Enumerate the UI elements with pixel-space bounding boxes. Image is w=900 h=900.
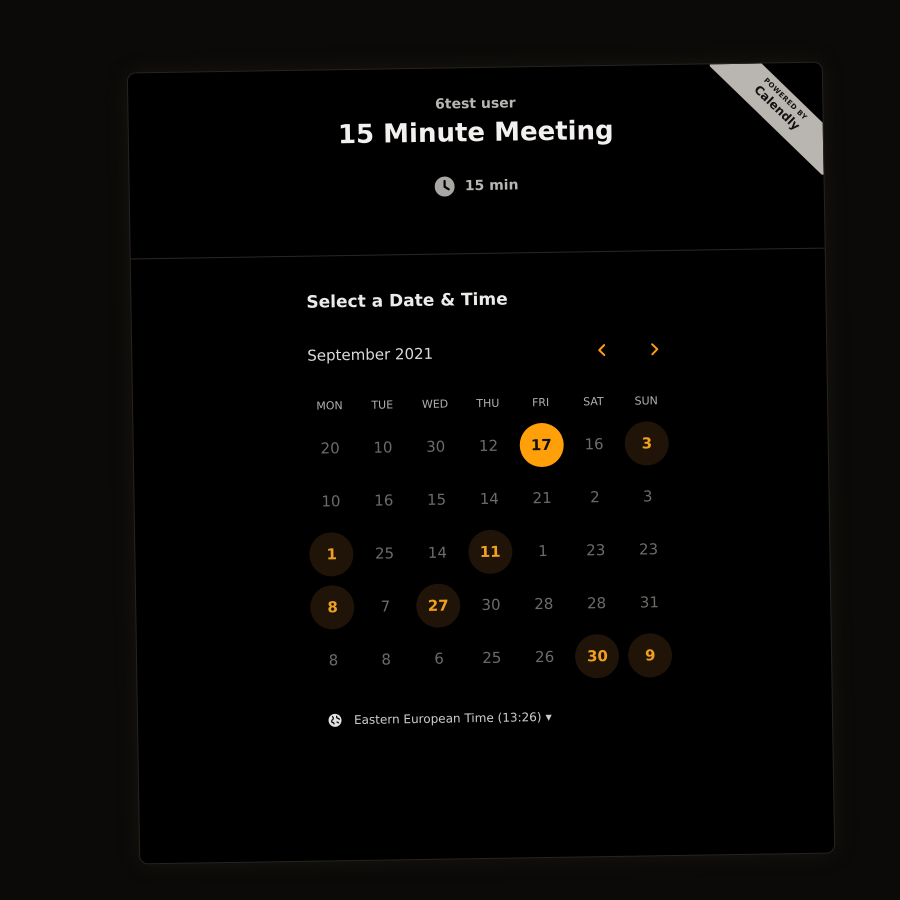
booking-card: POWERED BY Calendly 6test user 15 Minute… xyxy=(126,61,836,865)
calendar-day: 8 xyxy=(307,633,361,687)
chevron-right-icon xyxy=(651,343,659,356)
day-number: 10 xyxy=(373,438,393,458)
weekday-tue: TUE xyxy=(371,398,394,412)
calendar-day: 15 xyxy=(410,473,464,527)
caret-down-icon: ▼ xyxy=(545,712,552,722)
day-number: 15 xyxy=(426,490,447,510)
day-number: 28 xyxy=(534,594,554,613)
day-number: 26 xyxy=(534,647,555,666)
weekday-header: MON TUE WED THU FRI SAT SUN xyxy=(303,391,673,417)
globe-icon xyxy=(328,713,342,727)
calendar-day-selected[interactable]: 17 xyxy=(515,419,569,473)
calendar-day: 25 xyxy=(358,527,412,581)
calendar-day: 2 xyxy=(568,471,622,525)
day-number: 8 xyxy=(328,650,339,669)
previous-month-button[interactable] xyxy=(590,338,614,362)
day-number: 25 xyxy=(482,648,502,667)
calendar-day: 12 xyxy=(462,419,516,473)
day-number: 31 xyxy=(639,593,660,612)
weekday-mon: MON xyxy=(316,399,343,413)
calendar-day: 30 xyxy=(464,578,518,632)
timezone-selector[interactable]: Eastern European Time (13:26) ▼ xyxy=(328,710,552,728)
day-number: 14 xyxy=(479,489,500,509)
calendar-day-available[interactable]: 8 xyxy=(306,580,360,634)
day-number: 21 xyxy=(532,489,552,508)
calendar-day: 31 xyxy=(623,575,677,629)
day-number: 23 xyxy=(586,541,606,560)
day-number: 11 xyxy=(467,529,513,575)
month-label: September 2021 xyxy=(307,344,434,365)
event-title: 15 Minute Meeting xyxy=(337,115,614,151)
day-number: 28 xyxy=(586,593,607,613)
day-number: 12 xyxy=(478,437,499,456)
day-number: 1 xyxy=(538,541,548,561)
calendar-day-available[interactable]: 11 xyxy=(463,525,517,579)
day-number: 30 xyxy=(575,633,620,679)
day-number: 30 xyxy=(481,595,501,614)
next-month-button[interactable] xyxy=(642,337,666,361)
day-number: 8 xyxy=(381,650,392,669)
clock-icon xyxy=(434,176,455,197)
day-number: 3 xyxy=(624,421,670,467)
weekday-thu: THU xyxy=(476,396,500,411)
calendar-day: 7 xyxy=(359,579,413,633)
day-number: 27 xyxy=(415,583,461,628)
day-number: 23 xyxy=(638,540,659,559)
chevron-left-icon xyxy=(598,344,606,357)
calendar-day-available[interactable]: 30 xyxy=(571,629,625,683)
day-number: 25 xyxy=(374,544,395,563)
timezone-label: Eastern European Time (13:26) xyxy=(353,710,542,728)
calendar-day-available[interactable]: 27 xyxy=(411,579,465,633)
day-number: 10 xyxy=(321,492,341,511)
calendar-day: 26 xyxy=(518,630,572,684)
calendar-day: 14 xyxy=(463,472,517,526)
day-number: 7 xyxy=(380,597,391,616)
day-number: 1 xyxy=(309,531,355,577)
section-title: Select a Date & Time xyxy=(306,289,508,313)
month-navigation: September 2021 xyxy=(307,341,667,371)
weekday-wed: WED xyxy=(421,397,449,411)
calendar-day: 28 xyxy=(570,576,624,630)
day-number: 9 xyxy=(627,632,673,678)
calendar-day: 3 xyxy=(621,470,675,524)
calendar-day: 23 xyxy=(622,523,676,577)
calendar-day: 16 xyxy=(567,418,621,472)
calendar-day: 6 xyxy=(412,631,466,685)
day-number: 16 xyxy=(584,435,604,454)
day-number: 3 xyxy=(642,487,653,506)
day-number: 6 xyxy=(434,649,444,668)
duration-label: 15 min xyxy=(464,177,519,195)
day-number: 14 xyxy=(427,543,448,562)
day-number: 2 xyxy=(590,488,600,507)
calendar-day: 28 xyxy=(517,577,571,631)
day-number: 20 xyxy=(320,439,340,458)
weekday-sun: SUN xyxy=(634,394,658,408)
calendar-day: 30 xyxy=(409,420,463,474)
calendar-day: 23 xyxy=(569,523,623,577)
weekday-fri: FRI xyxy=(531,395,550,410)
calendar-day: 8 xyxy=(359,632,413,686)
weekday-sat: SAT xyxy=(583,395,604,409)
calendar-day: 20 xyxy=(303,422,357,476)
calendar-day-available[interactable]: 3 xyxy=(620,417,674,471)
calendar-day: 21 xyxy=(515,471,569,525)
calendar-days: 20 10 30 12 17 16 3 10 16 15 14 21 2 3 1 25 14 11 1 23 23 8 7 2… xyxy=(303,417,677,687)
calendar-day: 14 xyxy=(411,526,465,580)
calendar-day-available[interactable]: 1 xyxy=(305,528,359,582)
calendar-day: 10 xyxy=(356,421,410,475)
calendar-day: 10 xyxy=(304,475,358,529)
calendar-day: 1 xyxy=(516,524,570,578)
calendar: MON TUE WED THU FRI SAT SUN 20 10 30 12 17 16 3 10 16 1… xyxy=(303,391,678,687)
event-header: 6test user 15 Minute Meeting 15 min xyxy=(127,62,825,260)
event-duration: 15 min xyxy=(130,171,824,202)
day-number: 17 xyxy=(518,423,564,468)
day-number: 16 xyxy=(374,491,394,510)
calendar-day: 16 xyxy=(357,474,411,528)
calendar-day-available[interactable]: 9 xyxy=(623,628,677,682)
day-number: 8 xyxy=(310,584,355,630)
calendar-day: 25 xyxy=(465,631,519,685)
day-number: 30 xyxy=(426,437,446,457)
